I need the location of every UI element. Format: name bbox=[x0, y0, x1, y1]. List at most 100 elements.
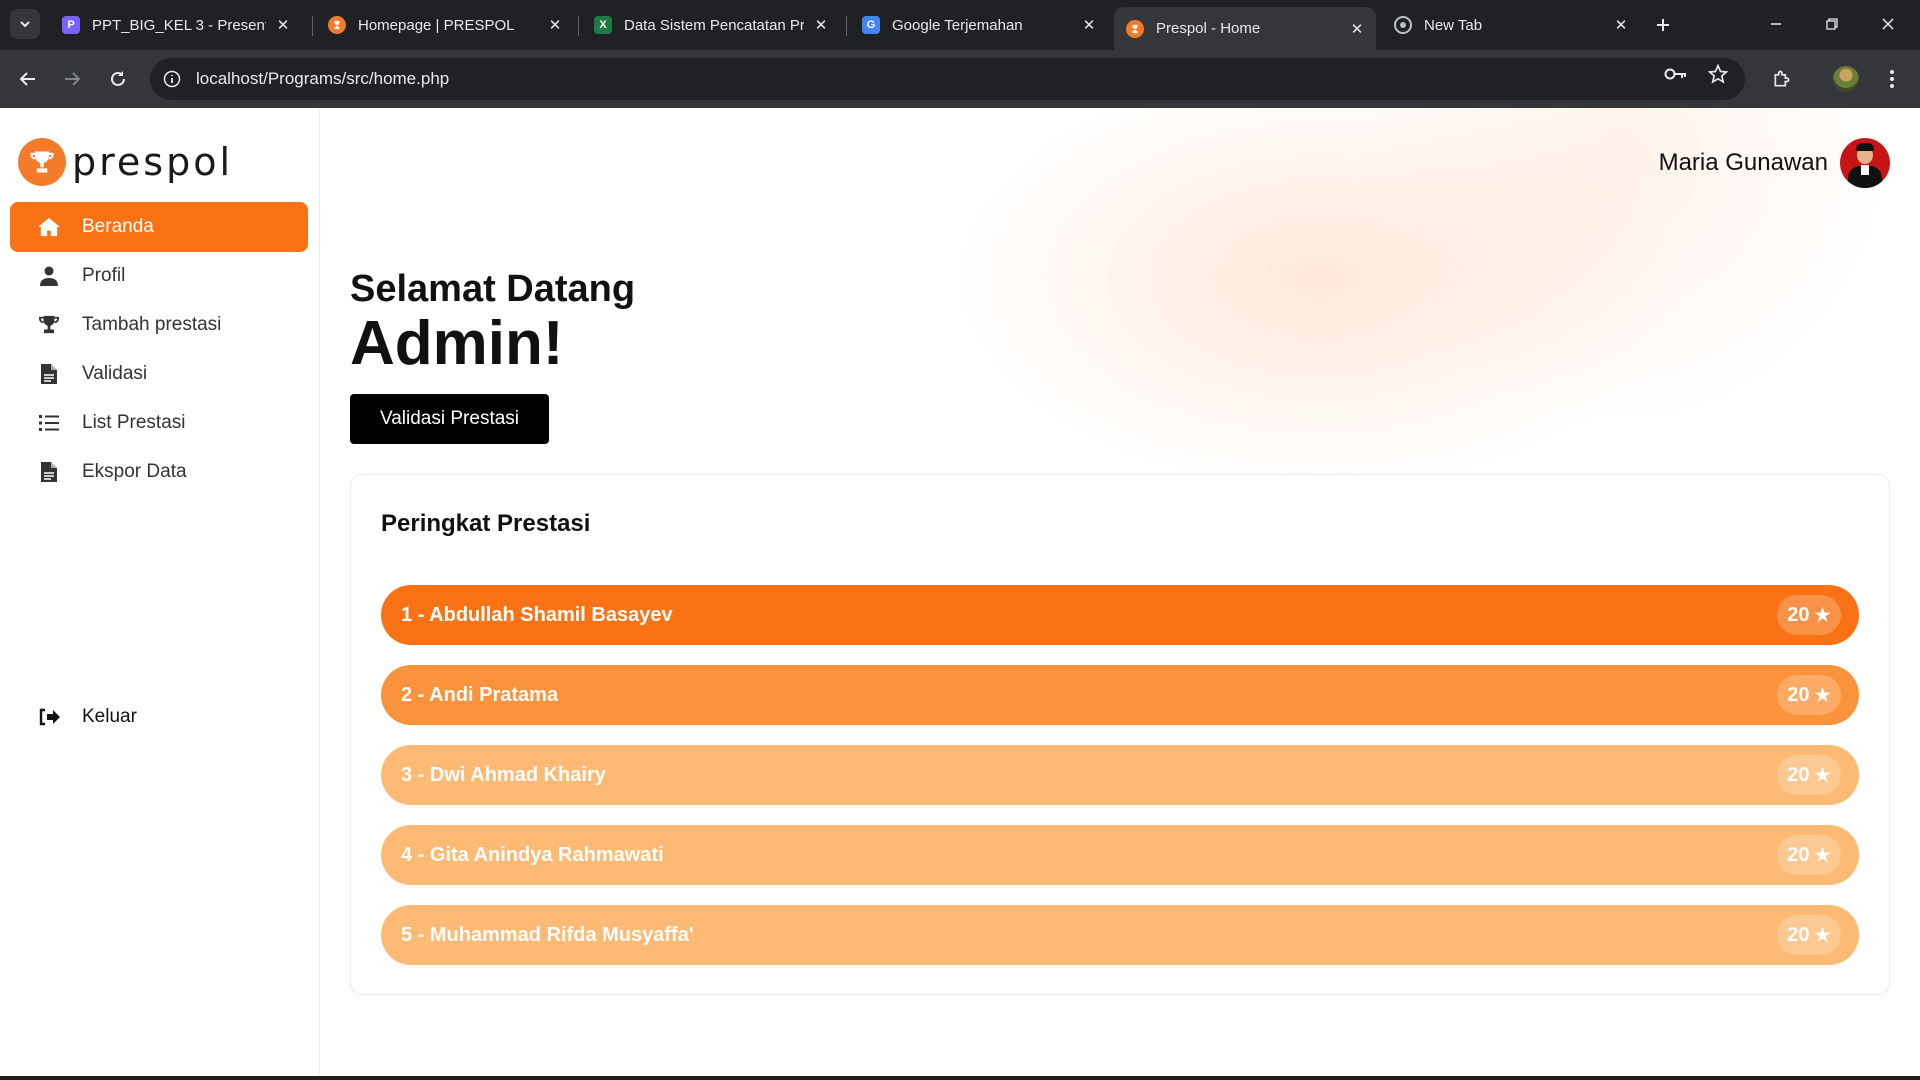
star-icon: ★ bbox=[1814, 844, 1831, 865]
sidebar-item-profil[interactable]: Profil bbox=[10, 251, 308, 301]
window-close-button[interactable] bbox=[1866, 8, 1910, 40]
file-icon bbox=[38, 363, 60, 385]
restore-button[interactable] bbox=[1810, 8, 1854, 40]
ranking-row[interactable]: 1 - Abdullah Shamil Basayev 20 ★ bbox=[381, 585, 1859, 645]
user-name: Maria Gunawan bbox=[1658, 149, 1828, 176]
star-icon bbox=[1708, 64, 1728, 84]
score-value: 20 bbox=[1787, 843, 1810, 866]
app-logo[interactable]: prespol bbox=[18, 138, 233, 186]
tab-ppt[interactable]: P PPT_BIG_KEL 3 - Presentasi ✕ bbox=[50, 7, 302, 43]
prespol-favicon bbox=[328, 16, 346, 34]
trophy-logo-icon bbox=[18, 138, 66, 186]
close-icon bbox=[1882, 18, 1894, 30]
logo-text: prespol bbox=[72, 140, 234, 184]
key-icon bbox=[1664, 68, 1686, 80]
star-icon: ★ bbox=[1814, 604, 1831, 625]
score-badge: 20 ★ bbox=[1777, 755, 1841, 795]
star-icon: ★ bbox=[1814, 684, 1831, 705]
tab-title: Google Terjemahan bbox=[892, 16, 1023, 34]
ranking-card: Peringkat Prestasi 1 - Abdullah Shamil B… bbox=[350, 474, 1890, 995]
sidebar-item-label: Profil bbox=[82, 265, 126, 286]
sidebar-item-ekspor-data[interactable]: Ekspor Data bbox=[10, 447, 308, 497]
minimize-icon bbox=[1771, 23, 1781, 25]
close-icon[interactable]: ✕ bbox=[812, 16, 830, 34]
sidebar-item-label: Validasi bbox=[82, 363, 148, 384]
user-menu[interactable]: Maria Gunawan bbox=[1659, 138, 1890, 188]
password-key-button[interactable] bbox=[1660, 58, 1692, 90]
star-icon: ★ bbox=[1814, 924, 1831, 945]
close-icon[interactable]: ✕ bbox=[1348, 20, 1366, 38]
browser-tab-strip: P PPT_BIG_KEL 3 - Presentasi ✕ Homepage … bbox=[0, 0, 1920, 50]
powerpoint-online-icon: P bbox=[62, 16, 80, 34]
score-badge: 20 ★ bbox=[1777, 915, 1841, 955]
score-badge: 20 ★ bbox=[1777, 595, 1841, 635]
sidebar: prespol Beranda Profil Tambah prestasi V… bbox=[0, 108, 320, 1076]
sidebar-item-list-prestasi[interactable]: List Prestasi bbox=[10, 398, 308, 448]
score-value: 20 bbox=[1787, 763, 1810, 786]
ranking-row-label: 3 - Dwi Ahmad Khairy bbox=[401, 763, 606, 786]
sidebar-item-label: Ekspor Data bbox=[82, 461, 187, 482]
arrow-right-icon bbox=[65, 72, 81, 86]
excel-icon: X bbox=[594, 16, 612, 34]
browser-menu-button[interactable] bbox=[1876, 63, 1908, 95]
tab-title: Homepage | PRESPOL bbox=[358, 16, 515, 34]
chevron-down-icon bbox=[20, 21, 30, 28]
tab-homepage-prespol[interactable]: Homepage | PRESPOL ✕ bbox=[316, 7, 574, 43]
user-icon bbox=[38, 265, 60, 287]
url-text: localhost/Programs/src/home.php bbox=[196, 69, 450, 88]
ranking-row[interactable]: 4 - Gita Anindya Rahmawati 20 ★ bbox=[381, 825, 1859, 885]
list-icon bbox=[38, 412, 60, 434]
forward-button[interactable] bbox=[56, 63, 88, 95]
close-icon[interactable]: ✕ bbox=[546, 16, 564, 34]
ranking-row-label: 1 - Abdullah Shamil Basayev bbox=[401, 603, 673, 626]
tab-new-tab[interactable]: New Tab ✕ bbox=[1382, 7, 1640, 43]
tab-search-button[interactable] bbox=[10, 9, 40, 39]
welcome-text: Selamat Datang bbox=[350, 268, 636, 310]
profile-button[interactable] bbox=[1830, 63, 1862, 95]
site-info-icon[interactable] bbox=[162, 69, 182, 89]
ranking-row[interactable]: 3 - Dwi Ahmad Khairy 20 ★ bbox=[381, 745, 1859, 805]
validasi-prestasi-button[interactable]: Validasi Prestasi bbox=[350, 394, 549, 444]
minimize-button[interactable] bbox=[1754, 8, 1798, 40]
sidebar-item-beranda[interactable]: Beranda bbox=[10, 202, 308, 252]
avatar-hair bbox=[1856, 143, 1874, 151]
tab-separator bbox=[846, 16, 847, 36]
sidebar-item-tambah-prestasi[interactable]: Tambah prestasi bbox=[10, 300, 308, 350]
sidebar-item-label: List Prestasi bbox=[82, 412, 186, 433]
profile-avatar bbox=[1833, 66, 1859, 92]
ranking-title: Peringkat Prestasi bbox=[381, 510, 591, 537]
restore-icon bbox=[1826, 18, 1838, 30]
new-tab-button[interactable] bbox=[1650, 12, 1676, 38]
score-badge: 20 ★ bbox=[1777, 675, 1841, 715]
logout-label: Keluar bbox=[82, 706, 137, 727]
sidebar-item-label: Beranda bbox=[82, 216, 154, 237]
browser-toolbar: localhost/Programs/src/home.php bbox=[0, 50, 1920, 108]
arrow-left-icon bbox=[19, 72, 35, 86]
logout-button[interactable]: Keluar bbox=[10, 692, 308, 742]
close-icon[interactable]: ✕ bbox=[1080, 16, 1098, 34]
reload-button[interactable] bbox=[102, 63, 134, 95]
bookmark-button[interactable] bbox=[1702, 58, 1734, 90]
file-icon bbox=[38, 461, 60, 483]
back-button[interactable] bbox=[12, 63, 44, 95]
window-bottom-edge bbox=[0, 1076, 1920, 1080]
close-icon[interactable]: ✕ bbox=[1612, 16, 1630, 34]
tab-title: New Tab bbox=[1424, 16, 1483, 34]
score-value: 20 bbox=[1787, 923, 1810, 946]
home-icon bbox=[38, 216, 60, 238]
address-bar[interactable]: localhost/Programs/src/home.php bbox=[150, 58, 1745, 100]
extensions-button[interactable] bbox=[1766, 63, 1798, 95]
tab-google-translate[interactable]: G Google Terjemahan ✕ bbox=[850, 7, 1108, 43]
score-value: 20 bbox=[1787, 683, 1810, 706]
google-translate-icon: G bbox=[862, 16, 880, 34]
tab-prespol-home[interactable]: Prespol - Home ✕ bbox=[1114, 7, 1376, 50]
tab-data-sistem[interactable]: X Data Sistem Pencatatan Pr ✕ bbox=[582, 7, 840, 43]
chrome-icon bbox=[1394, 16, 1412, 34]
close-icon[interactable]: ✕ bbox=[274, 16, 292, 34]
ranking-row[interactable]: 5 - Muhammad Rifda Musyaffa' 20 ★ bbox=[381, 905, 1859, 965]
sidebar-item-validasi[interactable]: Validasi bbox=[10, 349, 308, 399]
sign-out-icon bbox=[38, 706, 60, 728]
page-title: Admin! bbox=[350, 309, 564, 378]
plus-icon bbox=[1657, 19, 1669, 31]
ranking-row[interactable]: 2 - Andi Pratama 20 ★ bbox=[381, 665, 1859, 725]
